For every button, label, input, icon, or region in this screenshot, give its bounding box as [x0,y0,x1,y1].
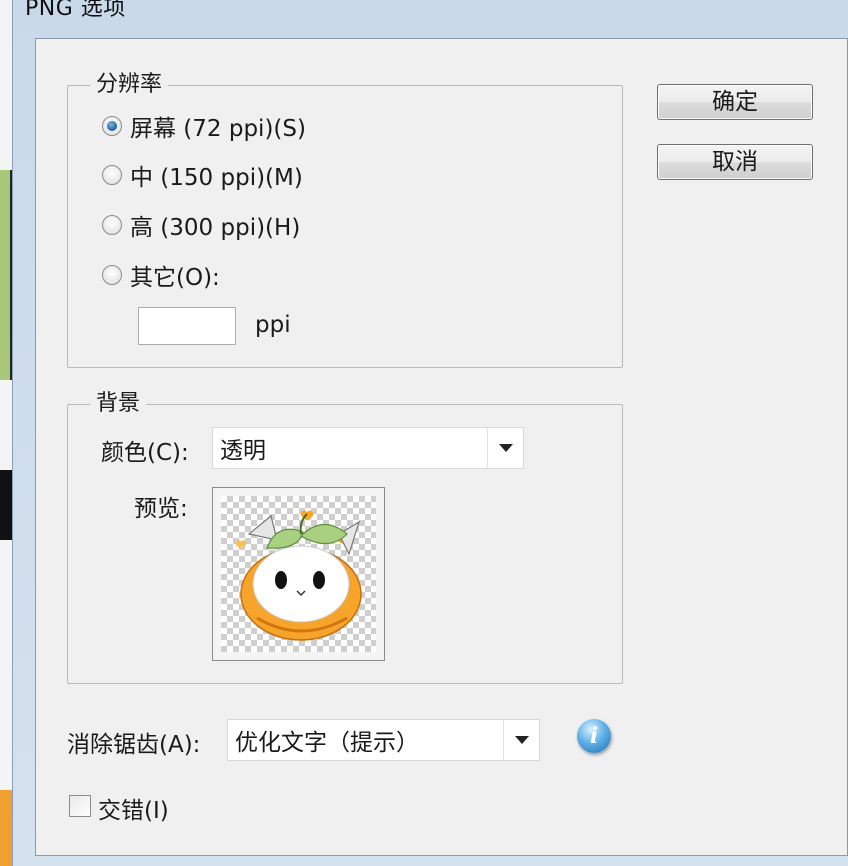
color-label: 颜色(C): [101,440,189,466]
antialias-select[interactable]: 优化文字（提示） [227,719,540,761]
ok-button[interactable]: 确定 [657,84,813,120]
radio-label: 高 (300 ppi)(H) [130,215,301,241]
info-icon[interactable]: i [577,719,611,753]
dialog-client-area: 分辨率 屏幕 (72 ppi)(S) 中 (150 ppi)(M) 高 (300… [35,38,848,856]
chevron-down-icon[interactable] [503,720,539,760]
radio-label: 其它(O): [130,265,220,291]
color-select-value: 透明 [220,438,266,464]
radio-button[interactable] [102,165,122,185]
background-app-strip [0,0,12,866]
preview-image [221,496,376,652]
radio-option-high[interactable]: 高 (300 ppi)(H) [102,208,300,242]
radio-option-other[interactable]: 其它(O): [102,258,220,292]
radio-option-screen[interactable]: 屏幕 (72 ppi)(S) [102,109,306,143]
radio-option-medium[interactable]: 中 (150 ppi)(M) [102,158,303,192]
dialog-window: PNG 选项 分辨率 屏幕 (72 ppi)(S) 中 (150 ppi)(M)… [12,0,848,866]
custom-ppi-input[interactable] [138,307,236,345]
ppi-unit-label: ppi [255,312,291,338]
interlace-checkbox[interactable] [69,795,91,817]
radio-label: 屏幕 (72 ppi)(S) [130,116,306,142]
cancel-button[interactable]: 取消 [657,144,813,180]
antialias-label: 消除锯齿(A): [67,732,201,758]
background-legend: 背景 [90,390,147,418]
radio-label: 中 (150 ppi)(M) [130,165,303,191]
antialias-select-value: 优化文字（提示） [235,730,419,756]
background-green-shape [0,170,12,380]
background-orange-shape [0,790,12,866]
radio-button[interactable] [102,215,122,235]
background-black-shape [0,470,12,540]
window-title: PNG 选项 [25,0,126,21]
preview-label: 预览: [134,496,188,522]
resolution-legend: 分辨率 [90,71,169,99]
resolution-group: 分辨率 屏幕 (72 ppi)(S) 中 (150 ppi)(M) 高 (300… [67,71,623,368]
preview-frame [212,487,385,661]
radio-button[interactable] [102,265,122,285]
character-illustration [235,510,362,641]
interlace-label: 交错(I) [98,798,169,824]
color-select[interactable]: 透明 [212,427,524,469]
radio-button[interactable] [102,116,122,136]
chevron-down-icon[interactable] [487,428,523,468]
